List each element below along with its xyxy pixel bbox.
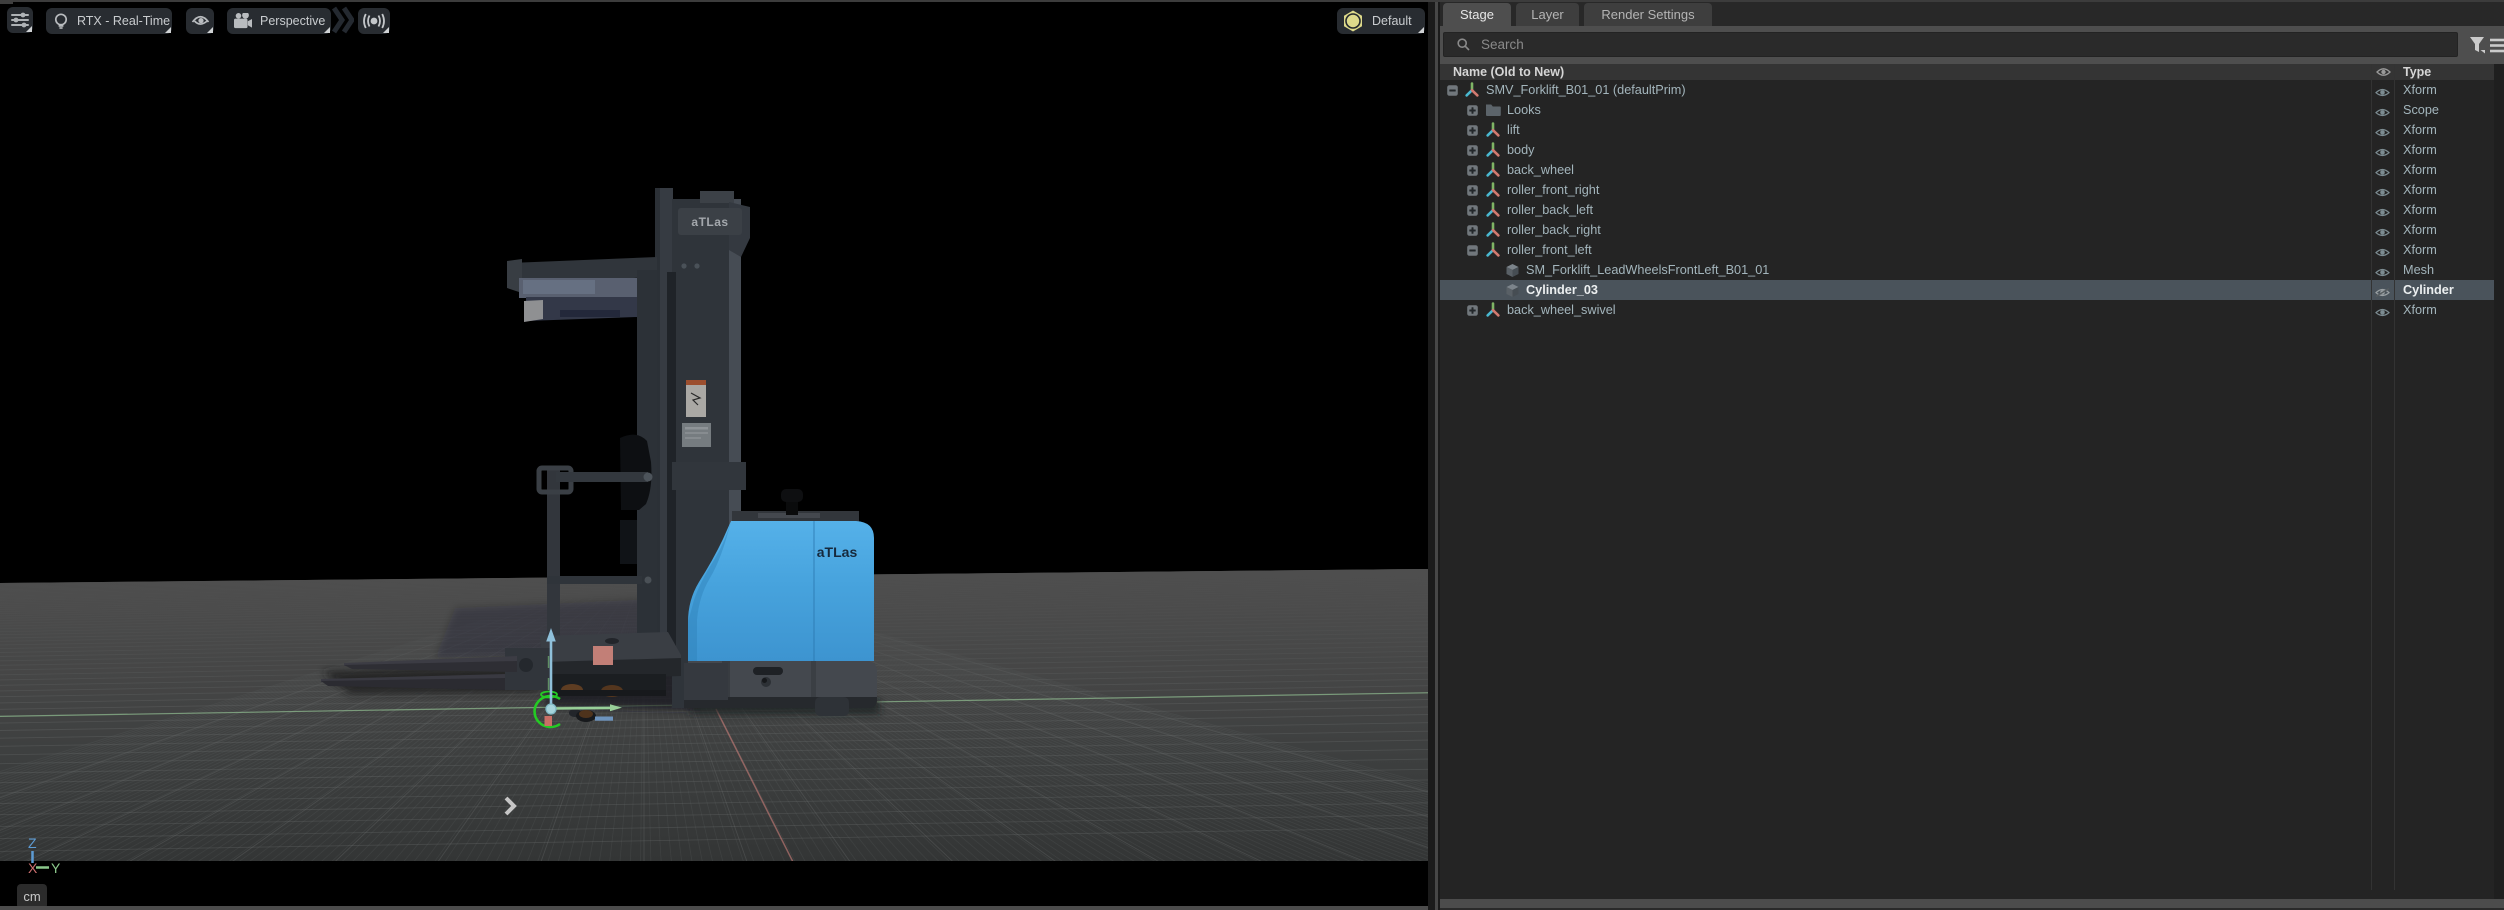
svg-text:aTLas: aTLas <box>817 544 858 560</box>
svg-text:aTLas: aTLas <box>691 215 728 229</box>
svg-text:Z: Z <box>28 835 37 851</box>
svg-text:Y: Y <box>51 860 61 876</box>
